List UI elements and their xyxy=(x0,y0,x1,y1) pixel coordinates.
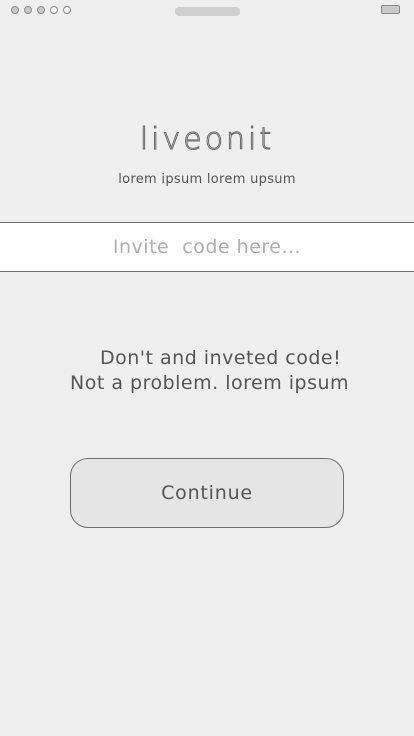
signal-strength-icon xyxy=(11,6,71,14)
signal-dot-icon xyxy=(63,6,71,14)
continue-button[interactable]: Continue xyxy=(70,458,344,528)
app-title: liveonit xyxy=(139,122,275,158)
signal-dot-icon xyxy=(11,6,19,14)
status-bar xyxy=(0,0,414,24)
invite-code-input[interactable] xyxy=(0,223,414,271)
invite-code-field-container xyxy=(0,222,414,272)
signal-dot-icon xyxy=(50,6,58,14)
signal-dot-icon xyxy=(24,6,32,14)
message-line-2: Not a problem. lorem ipsum xyxy=(70,372,350,394)
speaker-notch-icon xyxy=(175,7,240,16)
message-line-1: Don't and inveted code! xyxy=(100,347,342,369)
signal-dot-icon xyxy=(37,6,45,14)
tagline: lorem ipsum lorem upsum xyxy=(118,172,296,187)
battery-icon xyxy=(381,5,400,14)
